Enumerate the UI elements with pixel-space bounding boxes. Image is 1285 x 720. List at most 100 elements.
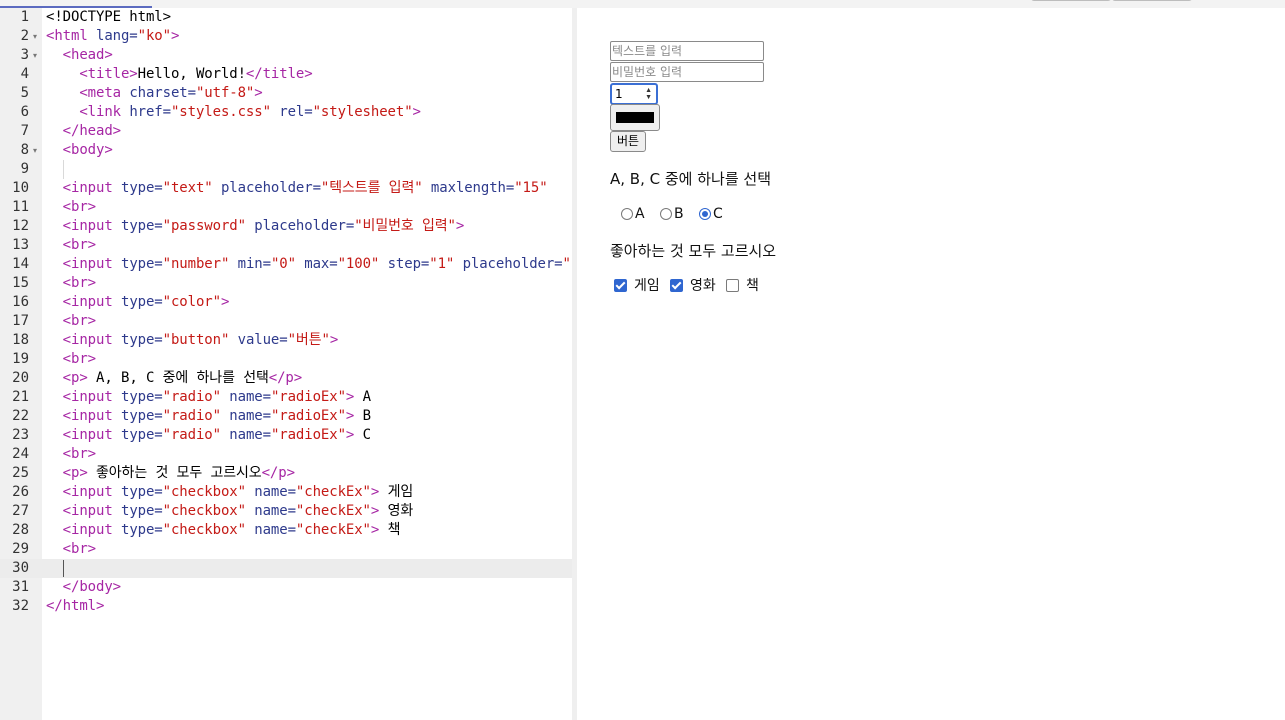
code-line[interactable]: 24 <br> [0,445,572,464]
password-input[interactable]: 비밀번호 입력 [610,62,764,82]
code-line[interactable]: 28 <input type="checkbox" name="checkEx"… [0,521,572,540]
code-token: "0" [270,256,296,272]
code-token: "number" [162,256,230,272]
line-number: 6 [20,104,29,120]
code-line[interactable]: 15 <br> [0,274,572,293]
code-line[interactable]: 19 <br> [0,350,572,369]
code-text: <br> [46,312,96,331]
number-spinner[interactable]: ▲ ▼ [645,87,652,101]
line-number: 25 [12,465,29,481]
code-token: Hello, World! [137,66,246,82]
number-input[interactable]: 1 ▲ ▼ [610,83,658,105]
code-token: <br> [62,446,96,462]
line-number: 12 [12,218,29,234]
code-token: > [455,218,465,234]
code-line[interactable]: 13 <br> [0,236,572,255]
code-line[interactable]: 12 <input type="password" placeholder="비… [0,217,572,236]
code-line[interactable]: 20 <p> A, B, C 중에 하나를 선택</p> [0,369,572,388]
code-line[interactable]: 17 <br> [0,312,572,331]
code-token: 좋아하는 것 모두 고르시오 [87,465,262,481]
code-line[interactable]: 18 <input type="button" value="버튼"> [0,331,572,350]
code-token: <input [62,256,121,272]
code-line[interactable]: 29 <br> [0,540,572,559]
code-token: <br> [62,541,96,557]
code-token: 게임 [379,484,414,500]
code-token: href= [129,104,171,120]
code-token: > [345,389,355,405]
code-editor[interactable]: 1 <!DOCTYPE html> 2 ▾ <html lang="ko"> 3 ▾ <he… [0,8,572,720]
code-line[interactable]: 5 <meta charset="utf-8"> [0,84,572,103]
code-token: <br> [62,199,96,215]
code-token: > [254,85,263,101]
line-number: 8 [20,142,29,158]
code-text: <p> A, B, C 중에 하나를 선택</p> [46,369,303,388]
toolbar-button[interactable] [1031,0,1111,1]
code-token: B [354,408,371,424]
text-input[interactable]: 텍스트를 입력 [610,41,764,61]
code-text: <meta charset="utf-8"> [46,84,263,103]
code-line[interactable]: 32 </html> [0,597,572,616]
code-line[interactable]: 10 <input type="text" placeholder="텍스트를 … [0,179,572,198]
color-picker[interactable] [610,104,660,131]
code-line[interactable]: 27 <input type="checkbox" name="checkEx"… [0,502,572,521]
code-token: > [345,427,355,443]
radio-b[interactable] [660,208,672,220]
code-token: name= [245,522,296,538]
code-token: <link [79,104,130,120]
code-line[interactable]: 4 <title>Hello, World!</title> [0,65,572,84]
code-line[interactable]: 30 [0,559,572,578]
code-token: > [220,294,230,310]
code-token: <input [62,389,121,405]
code-line[interactable]: 7 </head> [0,122,572,141]
code-token: type= [120,218,163,234]
code-line[interactable]: 25 <p> 좋아하는 것 모두 고르시오</p> [0,464,572,483]
button-input[interactable]: 버튼 [610,131,647,152]
code-line[interactable]: 1 <!DOCTYPE html> [0,8,572,27]
fold-toggle-icon[interactable]: ▾ [31,141,39,160]
code-token: 책 [379,522,401,538]
radio-a[interactable] [621,208,633,220]
code-token: placeholder= [454,256,563,272]
code-line[interactable]: 22 <input type="radio" name="radioEx"> B [0,407,572,426]
radio-c[interactable] [699,208,711,220]
code-line[interactable]: 26 <input type="checkbox" name="checkEx"… [0,483,572,502]
code-token: "checkbox" [162,503,246,519]
code-line[interactable]: 8 ▾ <body> [0,141,572,160]
code-token: "utf-8" [195,85,255,101]
fold-toggle-icon[interactable]: ▾ [31,46,39,65]
line-number: 19 [12,351,29,367]
code-line[interactable]: 14 <input type="number" min="0" max="100… [0,255,572,274]
code-token: "checkEx" [295,484,371,500]
checkbox[interactable] [670,279,683,292]
code-text: <input type="color"> [46,293,230,312]
code-token: <p> [62,465,88,481]
checkbox-question: 좋아하는 것 모두 고르시오 [610,242,777,260]
code-line[interactable]: 2 ▾ <html lang="ko"> [0,27,572,46]
code-line[interactable]: 6 <link href="styles.css" rel="styleshee… [0,103,572,122]
code-line[interactable]: 11 <br> [0,198,572,217]
code-line[interactable]: 21 <input type="radio" name="radioEx"> A [0,388,572,407]
code-line[interactable]: 3 ▾ <head> [0,46,572,65]
code-line[interactable]: 31 </body> [0,578,572,597]
code-text: <input type="checkbox" name="checkEx"> 책 [46,521,401,540]
code-line[interactable]: 9 [0,160,572,179]
code-line[interactable]: 23 <input type="radio" name="radioEx"> C [0,426,572,445]
toolbar-button[interactable] [1112,0,1192,1]
code-token: > [345,408,355,424]
checkbox[interactable] [726,279,739,292]
code-token: "color" [162,294,221,310]
checkbox[interactable] [614,279,627,292]
line-number: 20 [12,370,29,386]
code-line[interactable]: 16 <input type="color"> [0,293,572,312]
line-number: 13 [12,237,29,253]
fold-toggle-icon[interactable]: ▾ [31,27,39,46]
